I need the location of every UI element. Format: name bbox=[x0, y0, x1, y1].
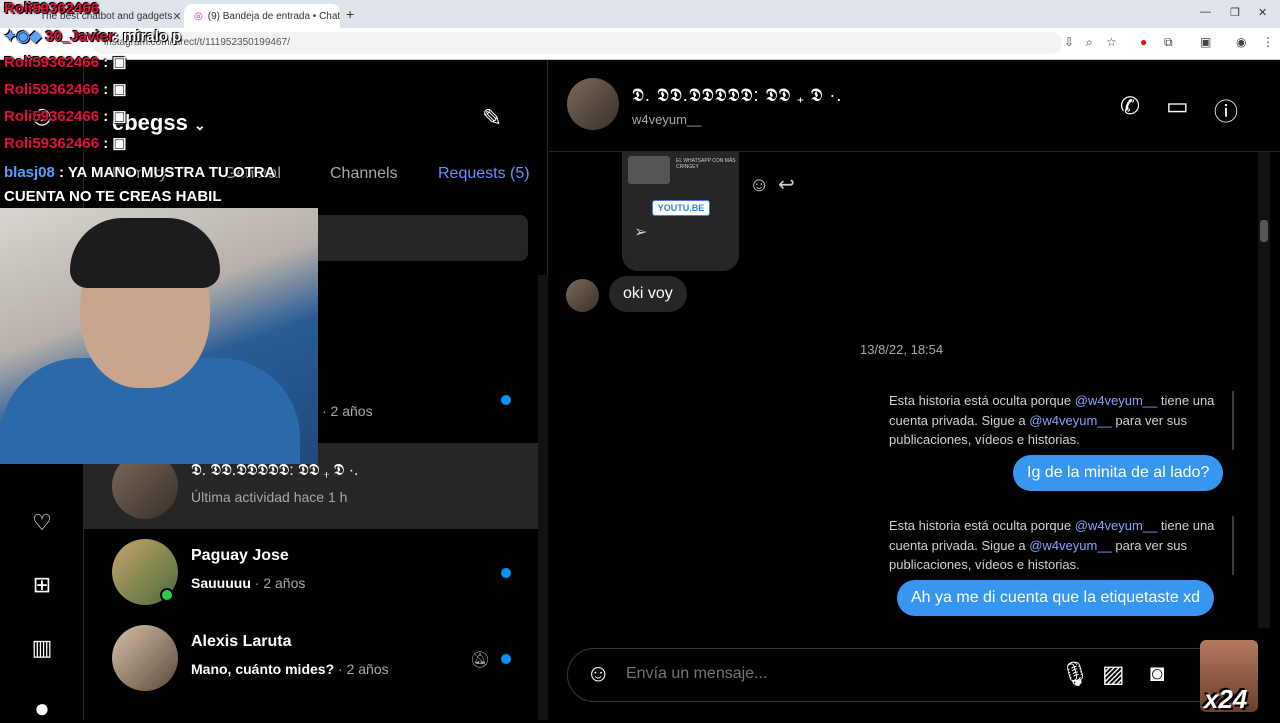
phone-icon[interactable]: ✆ bbox=[1120, 92, 1140, 121]
scrollbar-thumb[interactable] bbox=[1260, 220, 1268, 242]
row-time: · 2 años bbox=[338, 661, 389, 677]
tab-label: (9) Bandeja de entrada • Chats bbox=[207, 10, 340, 22]
webcam-overlay bbox=[0, 208, 318, 464]
chat-name[interactable]: 𝕯. 𝕯𝕯.𝕯𝕯𝕯𝕯𝕯: 𝕯𝕯 ₊ 𝕯 ·. bbox=[632, 85, 842, 106]
unread-dot bbox=[501, 568, 511, 578]
chat-avatar[interactable] bbox=[567, 78, 619, 130]
create-plus-icon[interactable]: ⊞ bbox=[28, 571, 56, 599]
bookmark-star-icon[interactable]: ☆ bbox=[1106, 35, 1117, 49]
new-tab-icon[interactable]: + bbox=[346, 6, 354, 22]
mention-link[interactable]: @w4veyum__ bbox=[1075, 518, 1158, 533]
profile-avatar-icon[interactable]: ● bbox=[28, 694, 56, 722]
message-input[interactable] bbox=[626, 665, 1026, 683]
incoming-message[interactable]: oki voy bbox=[609, 276, 687, 312]
minimize-icon[interactable]: — bbox=[1200, 6, 1211, 18]
emote-icon: ▣ bbox=[112, 54, 127, 71]
stream-chat-line: Roli59362466 : ▣ bbox=[4, 53, 127, 71]
row-time: · 2 años bbox=[254, 575, 306, 591]
sidebar-icon[interactable]: ▣ bbox=[1200, 35, 1211, 49]
note-text: Esta historia está oculta porque bbox=[889, 518, 1075, 533]
conversation-name: Paguay Jose bbox=[191, 547, 289, 564]
info-icon[interactable]: ⓘ bbox=[1214, 92, 1238, 127]
note-text: Esta historia está oculta porque bbox=[889, 393, 1075, 408]
tab-channels[interactable]: Channels bbox=[330, 165, 398, 183]
install-icon[interactable]: ⇩ bbox=[1064, 35, 1074, 49]
chat-text: : bbox=[99, 108, 113, 125]
timestamp: 13/8/22, 18:54 bbox=[860, 342, 944, 357]
conversation-status: Última actividad hace 1 h bbox=[191, 489, 348, 505]
sender-avatar bbox=[566, 279, 599, 312]
emoji-icon[interactable]: ☺ bbox=[586, 660, 611, 688]
react-emoji-icon[interactable]: ☺ bbox=[749, 174, 769, 197]
restore-icon[interactable]: ❐ bbox=[1230, 6, 1240, 19]
tab-requests[interactable]: Requests (5) bbox=[438, 165, 530, 183]
zoom-icon[interactable]: ⌕ bbox=[1086, 35, 1093, 50]
mention-link[interactable]: @w4veyum__ bbox=[1075, 393, 1158, 408]
outgoing-message[interactable]: Ah ya me di cuenta que la etiquetaste xd bbox=[897, 580, 1215, 616]
chat-text: : bbox=[99, 135, 113, 152]
link-badge[interactable]: YOUTU.BE bbox=[652, 200, 710, 216]
chat-user: Roli59362466 bbox=[4, 54, 100, 71]
stream-chat-line: Roli59362466 : ▣ bbox=[4, 107, 127, 125]
chat-handle: w4veyum__ bbox=[632, 112, 702, 127]
conversation-name: 𝕯. 𝕯𝕯.𝕯𝕯𝕯𝕯𝕯: 𝕯𝕯 ₊ 𝕯 ·. bbox=[191, 462, 359, 479]
instagram-icon: ◎ bbox=[194, 10, 203, 22]
emote-icon: ▣ bbox=[112, 135, 127, 152]
online-indicator bbox=[160, 588, 174, 602]
preview-title: EL WHATSAPP CON MÁS CRINGEY bbox=[676, 158, 736, 170]
chat-text: : bbox=[99, 54, 113, 71]
stream-chat-line: Roli59362466 bbox=[4, 0, 99, 17]
muted-bell-icon: 🔕︎ bbox=[470, 652, 491, 669]
preview-thumbnail bbox=[628, 156, 670, 184]
share-icon[interactable]: ➢ bbox=[634, 222, 647, 242]
unread-dot bbox=[501, 654, 511, 664]
webcam-person-hair bbox=[70, 218, 220, 288]
row-time: · 2 años bbox=[322, 403, 373, 419]
video-call-icon[interactable]: ▭ bbox=[1166, 92, 1189, 121]
badge-icons: ✦◉◆ bbox=[4, 28, 46, 45]
chat-user: Roli59362466 bbox=[4, 135, 100, 152]
compose-icon[interactable]: ✎ bbox=[482, 104, 502, 133]
image-icon[interactable]: ▨ bbox=[1102, 660, 1125, 689]
reply-icon[interactable]: ↩ bbox=[778, 172, 795, 197]
dashboard-icon[interactable]: ▥ bbox=[28, 634, 56, 662]
emote-multiplier: x24 bbox=[1204, 684, 1248, 714]
stream-chat-line: blasj08 : YA MANO MUSTRA TU OTRA CUENTA … bbox=[4, 161, 284, 209]
mention-link[interactable]: @w4veyum__ bbox=[1029, 538, 1112, 553]
chevron-down-icon: ⌄ bbox=[193, 117, 206, 133]
extensions-icon[interactable]: ⧉ bbox=[1164, 35, 1173, 50]
chat-user: Roli59362466 bbox=[4, 0, 100, 17]
sticker-icon[interactable]: ◙ bbox=[1150, 660, 1165, 688]
stream-chat-line: Roli59362466 : ▣ bbox=[4, 80, 127, 98]
hidden-story-note: Esta historia está oculta porque @w4veyu… bbox=[889, 391, 1234, 450]
chat-user: 30_Javier bbox=[45, 28, 114, 45]
microphone-icon[interactable]: 🎙︎ bbox=[1060, 660, 1090, 689]
stream-chat-line: ✦◉◆ 30_Javier: miralo p bbox=[4, 27, 181, 45]
heart-icon[interactable]: ♡ bbox=[28, 509, 56, 537]
emote-icon: ▣ bbox=[112, 108, 127, 125]
browser-tab-active[interactable]: ◎(9) Bandeja de entrada • Chats✕ bbox=[184, 4, 340, 28]
chat-user: Roli59362466 bbox=[4, 81, 100, 98]
mention-link[interactable]: @w4veyum__ bbox=[1029, 413, 1112, 428]
profile-icon[interactable]: ◉ bbox=[1236, 35, 1246, 49]
conversation-name: Alexis Laruta bbox=[191, 633, 292, 650]
unread-dot bbox=[501, 395, 511, 405]
emote-icon: ▣ bbox=[112, 81, 127, 98]
hidden-story-note: Esta historia está oculta porque @w4veyu… bbox=[889, 516, 1234, 575]
close-icon[interactable]: ✕ bbox=[172, 10, 181, 23]
chat-user: Roli59362466 bbox=[4, 108, 100, 125]
chat-user: blasj08 bbox=[4, 164, 55, 181]
chat-text: : miralo p bbox=[113, 28, 182, 45]
close-window-icon[interactable]: ✕ bbox=[1258, 6, 1267, 19]
avatar bbox=[112, 625, 178, 691]
url-field[interactable]: instagram.com/direct/t/111952350199467/ bbox=[92, 32, 1062, 54]
last-message: Mano, cuánto mides? bbox=[191, 661, 335, 677]
menu-kebab-icon[interactable]: ⋮ bbox=[1262, 35, 1274, 49]
inbox-scrollbar[interactable] bbox=[538, 275, 548, 720]
opera-icon[interactable]: ● bbox=[1140, 35, 1147, 49]
outgoing-message[interactable]: Ig de la minita de al lado? bbox=[1013, 455, 1224, 491]
stream-chat-line: Roli59362466 : ▣ bbox=[4, 134, 127, 152]
last-message: Sauuuuu bbox=[191, 575, 251, 591]
chat-text: : bbox=[99, 81, 113, 98]
